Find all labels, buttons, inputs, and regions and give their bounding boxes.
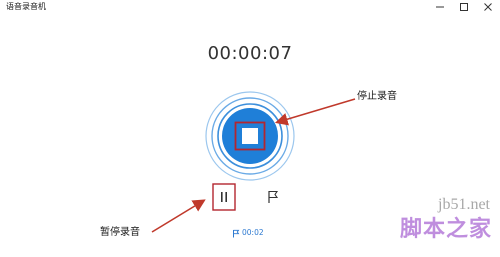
watermark-name: 脚本之家 [399, 217, 492, 242]
flag-icon [268, 190, 279, 203]
pause-icon [212, 183, 236, 211]
marker-time: 00:02 [242, 228, 264, 237]
watermark-site: jb51.net [438, 196, 490, 213]
close-button[interactable] [476, 0, 500, 14]
maximize-icon [460, 3, 468, 11]
app-title: 语音录音机 [6, 2, 46, 11]
marker-flag-icon [233, 229, 240, 237]
watermark: jb51.net 脚本之家 [346, 195, 496, 255]
pause-annotation-arrow [151, 199, 206, 233]
minimize-button[interactable] [428, 0, 452, 14]
voice-recorder-window: 语音录音机 00:00:07 00:02 停止录音 暂停录音 jb51.net … [0, 0, 500, 257]
marker-entry[interactable]: 00:02 [232, 227, 264, 239]
elapsed-time: 00:00:07 [207, 43, 293, 64]
close-icon [484, 3, 492, 11]
title-bar: 语音录音机 [0, 0, 500, 14]
add-marker-button[interactable] [264, 188, 282, 206]
minimize-icon [436, 6, 444, 8]
pause-annotation-label: 暂停录音 [100, 227, 140, 238]
maximize-button[interactable] [452, 0, 476, 14]
stop-icon [234, 121, 266, 151]
stop-annotation-label: 停止录音 [357, 91, 397, 102]
pause-recording-button[interactable] [212, 183, 236, 211]
stop-recording-button[interactable] [221, 107, 279, 165]
